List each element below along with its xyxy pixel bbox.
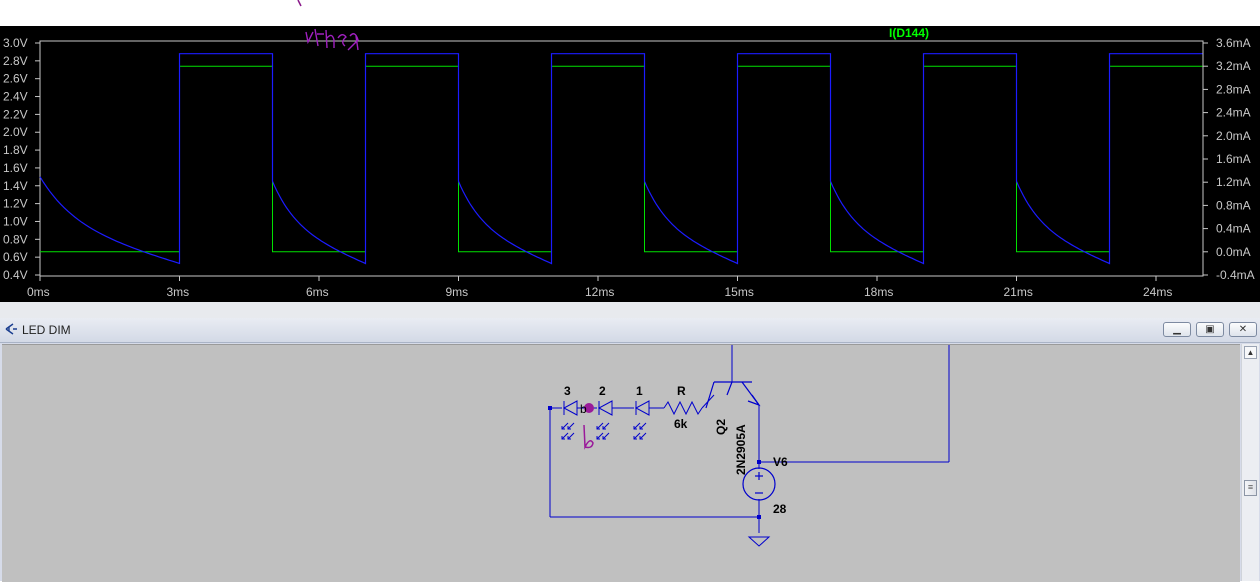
y-right-tick-label: 3.2mA: [1216, 59, 1251, 73]
junction-dots: [548, 406, 761, 519]
x-tick-label: 9ms: [446, 285, 469, 299]
y-right-tick-label: 1.6mA: [1216, 152, 1251, 166]
minimize-button[interactable]: ▁: [1163, 322, 1191, 337]
led-3-label: 3: [564, 384, 571, 398]
window-title: LED DIM: [22, 323, 71, 337]
close-button[interactable]: ✕: [1229, 322, 1257, 337]
y-right-tick-label: 1.2mA: [1216, 175, 1251, 189]
window-titlebar[interactable]: LED DIM ▁ ▣ ✕: [0, 318, 1260, 343]
schematic-drawing[interactable]: 3 2 1 b R 6k Q2 2N2905A V6 28: [2, 345, 1240, 582]
led-3[interactable]: [561, 400, 578, 440]
top-margin: [0, 0, 1260, 26]
x-tick-label: 15ms: [725, 285, 754, 299]
y-axis-right: 3.6mA 3.2mA 2.8mA 2.4mA 2.0mA 1.6mA 1.2mA 0.8mA…: [1203, 36, 1255, 282]
y-right-tick-label: -0.4mA: [1216, 268, 1255, 282]
x-tick-label: 24ms: [1143, 285, 1172, 299]
resistor-r[interactable]: [663, 400, 703, 416]
y-right-tick-label: 2.0mA: [1216, 129, 1251, 143]
trace-legend-label[interactable]: I(D144): [889, 26, 929, 40]
wires[interactable]: [549, 345, 950, 533]
y-left-tick-label: 2.8V: [3, 54, 28, 68]
y-left-tick-label: 2.4V: [3, 90, 28, 104]
x-tick-label: 6ms: [306, 285, 329, 299]
y-left-tick-label: 0.6V: [3, 250, 28, 264]
handwritten-annotation: [305, 28, 359, 51]
ground-symbol[interactable]: [747, 536, 771, 547]
net-label-b: b: [580, 402, 587, 416]
y-left-tick-label: 3.0V: [3, 36, 28, 50]
y-left-tick-label: 1.4V: [3, 179, 28, 193]
scroll-up-button[interactable]: ▲: [1244, 346, 1257, 359]
y-right-tick-label: 0.8mA: [1216, 198, 1251, 212]
x-axis: 0ms 3ms 6ms 9ms 12ms 15ms 18ms 21ms 24ms: [27, 276, 1172, 299]
x-tick-label: 0ms: [27, 285, 50, 299]
plot-frame: [39, 40, 1204, 277]
pane-splitter[interactable]: [0, 302, 1260, 318]
x-tick-label: 18ms: [864, 285, 893, 299]
source-name: V6: [773, 455, 788, 469]
handwritten-annotation-top: [297, 0, 302, 7]
y-right-tick-label: 2.4mA: [1216, 106, 1251, 120]
y-right-tick-label: 3.6mA: [1216, 36, 1251, 50]
led-2-label: 2: [599, 384, 606, 398]
y-left-tick-label: 1.8V: [3, 143, 28, 157]
waveform-viewer[interactable]: 3.0V 2.8V 2.6V 2.4V 2.2V 2.0V 1.8V 1.6V 1.4V 1.2V…: [0, 26, 1260, 302]
vertical-scrollbar[interactable]: ▲ ≡: [1241, 344, 1259, 581]
schematic-canvas[interactable]: 3 2 1 b R 6k Q2 2N2905A V6 28: [2, 344, 1240, 582]
scroll-thumb[interactable]: ≡: [1244, 480, 1257, 496]
x-tick-label: 3ms: [167, 285, 190, 299]
restore-button[interactable]: ▣: [1196, 322, 1224, 337]
y-right-tick-label: 2.8mA: [1216, 82, 1251, 96]
y-left-tick-label: 0.4V: [3, 268, 28, 282]
x-tick-label: 12ms: [585, 285, 614, 299]
waveform-plot[interactable]: 3.0V 2.8V 2.6V 2.4V 2.2V 2.0V 1.8V 1.6V 1.4V 1.2V…: [0, 26, 1260, 302]
resistor-name: R: [677, 384, 686, 398]
voltage-trace[interactable]: [39, 53, 1203, 265]
y-left-tick-label: 1.2V: [3, 197, 28, 211]
schematic-app-icon: [5, 323, 17, 335]
current-trace[interactable]: [40, 65, 1203, 253]
led-2[interactable]: [596, 400, 613, 440]
transistor-model: 2N2905A: [734, 424, 748, 475]
resistor-value: 6k: [674, 417, 688, 431]
y-right-tick-label: 0.4mA: [1216, 222, 1251, 236]
traces: [39, 53, 1203, 265]
y-right-tick-label: 0.0mA: [1216, 245, 1251, 259]
transistor-name: Q2: [714, 419, 728, 435]
x-tick-label: 21ms: [1004, 285, 1033, 299]
y-left-tick-label: 2.0V: [3, 125, 28, 139]
handwritten-b-mark: [583, 424, 594, 450]
led-1[interactable]: [633, 400, 650, 440]
y-left-tick-label: 1.0V: [3, 214, 28, 228]
y-left-tick-label: 0.8V: [3, 232, 28, 246]
source-value: 28: [773, 502, 787, 516]
led-1-label: 1: [636, 384, 643, 398]
y-left-tick-label: 2.2V: [3, 107, 28, 121]
y-left-tick-label: 2.6V: [3, 72, 28, 86]
y-left-tick-label: 1.6V: [3, 161, 28, 175]
y-axis-left: 3.0V 2.8V 2.6V 2.4V 2.2V 2.0V 1.8V 1.6V 1.4V 1.2V…: [3, 36, 40, 282]
schematic-window[interactable]: LED DIM ▁ ▣ ✕ 3 2 1 b R 6k Q2 2N2905A V6…: [0, 318, 1260, 582]
